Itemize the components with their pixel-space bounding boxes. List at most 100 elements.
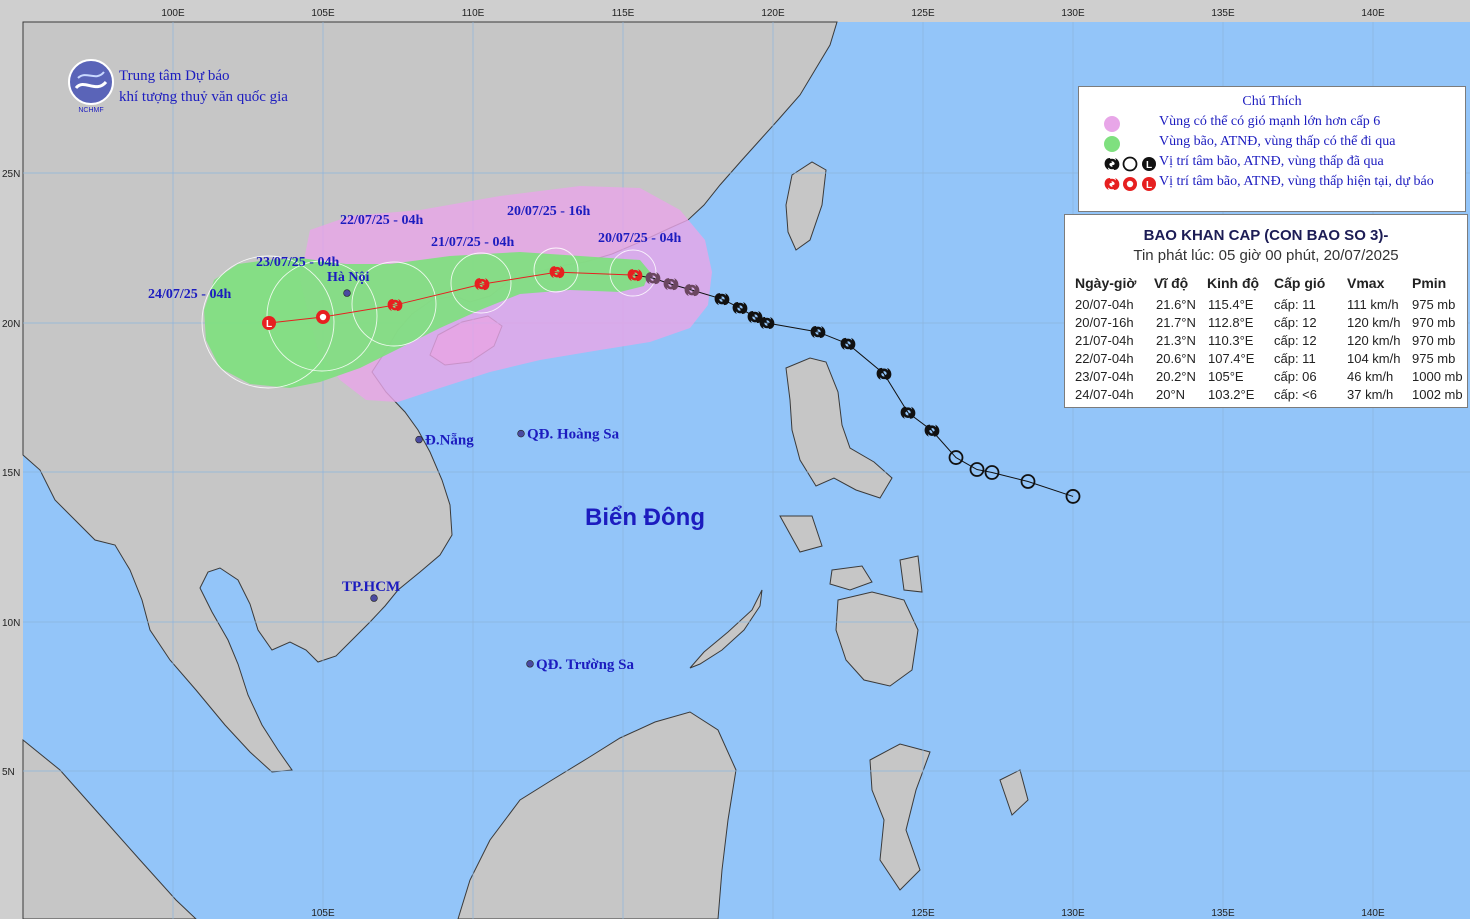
visayas-island-2 — [899, 555, 923, 593]
table-cell: 975 mb — [1412, 297, 1456, 312]
legend-box: Chú Thích Vùng có thể có gió mạnh lớn hơ… — [1078, 86, 1466, 212]
lon-label-top: 130E — [1061, 8, 1085, 19]
table-cell: 20/07-16h — [1075, 315, 1134, 330]
table-cell: 20°N — [1156, 387, 1186, 402]
place-label: TP.HCM — [342, 579, 400, 595]
lon-label-bottom: 135E — [1211, 908, 1235, 919]
table-header: Kinh độ — [1207, 275, 1260, 291]
legend-text: Vùng có thể có gió mạnh lớn hơn cấp 6 — [1159, 114, 1381, 129]
bulletin-issued-time: Tin phát lúc: 05 giờ 00 phút, 20/07/2025 — [1133, 247, 1399, 264]
low-pressure-icon: L — [262, 316, 276, 330]
legend-text: Vị trí tâm bão, ATNĐ, vùng thấp hiện tại… — [1159, 174, 1434, 189]
legend-row-storm-zone: Vùng bão, ATNĐ, vùng thấp có thể đi qua — [1079, 134, 1465, 154]
table-cell: 112.8°E — [1208, 315, 1254, 330]
low-pressure-icon — [1122, 156, 1138, 172]
storm-icon — [1104, 158, 1120, 170]
lat-label: 15N — [2, 468, 20, 479]
lat-label: 20N — [2, 319, 20, 330]
svg-text:L: L — [1146, 160, 1152, 171]
table-header: Pmin — [1412, 275, 1447, 291]
table-cell: 1002 mb — [1412, 387, 1463, 402]
table-cell: 20/07-04h — [1075, 297, 1134, 312]
table-cell: 970 mb — [1412, 315, 1456, 330]
table-cell: 22/07-04h — [1075, 351, 1134, 366]
table-cell: 115.4°E — [1208, 297, 1254, 312]
table-cell: 104 km/h — [1347, 351, 1401, 366]
place-marker-icon — [370, 594, 378, 602]
agency-line-2: khí tượng thuỷ văn quốc gia — [119, 89, 288, 105]
lon-label-bottom: 105E — [311, 908, 335, 919]
table-cell: 21/07-04h — [1075, 333, 1134, 348]
table-cell: 107.4°E — [1208, 351, 1255, 366]
table-cell: 105°E — [1208, 369, 1244, 384]
table-header: Vmax — [1347, 275, 1385, 291]
table-cell: 110.3°E — [1208, 333, 1254, 348]
table-cell: cấp: 12 — [1274, 333, 1317, 348]
bulletin-box: BAO KHAN CAP (CON BAO SO 3)- Tin phát lú… — [1064, 214, 1468, 408]
table-cell: 103.2°E — [1208, 387, 1255, 402]
forecast-label: 21/07/25 - 04h — [431, 235, 514, 250]
lon-label-bottom: 125E — [911, 908, 935, 919]
nchmf-logo: NCHMF — [68, 59, 114, 114]
agency-name: Trung tâm Dự báo khí tượng thuỷ văn quốc… — [119, 66, 288, 108]
forecast-label: 22/07/25 - 04h — [340, 213, 423, 228]
lon-label-top: 110E — [462, 8, 485, 19]
legend-text: Vùng bão, ATNĐ, vùng thấp có thể đi qua — [1159, 134, 1396, 149]
table-header: Ngày-giờ — [1075, 275, 1137, 291]
legend-row-strong-wind: Vùng có thể có gió mạnh lớn hơn cấp 6 — [1079, 114, 1465, 134]
lon-label-top: 120E — [761, 8, 785, 19]
table-cell: 21.7°N — [1156, 315, 1196, 330]
agency-line-1: Trung tâm Dự báo — [119, 68, 230, 84]
forecast-label: 24/07/25 - 04h — [148, 287, 231, 302]
table-cell: 120 km/h — [1347, 333, 1401, 348]
green-zone-icon — [1104, 136, 1120, 152]
depression-icon — [316, 310, 330, 325]
table-cell: 1000 mb — [1412, 369, 1463, 384]
low-pressure-icon: L — [1142, 157, 1156, 171]
lon-label-bottom: 140E — [1361, 908, 1385, 919]
place-marker-icon — [415, 435, 423, 444]
depression-icon — [1123, 177, 1137, 191]
lon-label-bottom: 130E — [1061, 908, 1085, 919]
table-cell: 111 km/h — [1347, 297, 1399, 312]
forecast-label: 20/07/25 - 16h — [507, 204, 590, 219]
lon-label-top: 115E — [612, 8, 635, 19]
low-pressure-icon: L — [1142, 177, 1156, 191]
place-marker-icon — [343, 289, 351, 297]
place-label: QĐ. Hoàng Sa — [527, 427, 620, 443]
table-cell: 37 km/h — [1347, 387, 1394, 402]
place-marker-icon — [517, 429, 525, 438]
lat-label: 25N — [2, 169, 20, 180]
forecast-label: 20/07/25 - 04h — [598, 231, 681, 246]
legend-row-current-position: L Vị trí tâm bão, ATNĐ, vùng thấp hiện t… — [1079, 174, 1465, 194]
legend-text: Vị trí tâm bão, ATNĐ, vùng thấp đã qua — [1159, 154, 1384, 169]
svg-text:L: L — [1146, 180, 1152, 191]
table-cell: 120 km/h — [1347, 315, 1401, 330]
agency-header: NCHMF Trung tâm Dự báo khí tượng thuỷ vă… — [66, 58, 366, 118]
lat-label: 10N — [2, 618, 20, 629]
place-label: QĐ. Trường Sa — [536, 657, 635, 673]
table-cell: 21.3°N — [1156, 333, 1196, 348]
table-cell: 970 mb — [1412, 333, 1456, 348]
forecast-label: 23/07/25 - 04h — [256, 255, 339, 270]
table-cell: 20.6°N — [1156, 351, 1196, 366]
table-cell: 24/07-04h — [1075, 387, 1134, 402]
lon-label-top: 135E — [1211, 8, 1235, 19]
lon-label-top: 105E — [311, 8, 335, 19]
table-cell: cấp: <6 — [1274, 387, 1318, 402]
table-cell: 46 km/h — [1347, 369, 1394, 384]
lon-label-top: 140E — [1361, 8, 1385, 19]
place-label: Hà Nội — [327, 270, 370, 285]
table-cell: cấp: 11 — [1274, 351, 1316, 366]
table-header: Cấp gió — [1274, 275, 1326, 291]
table-header: Vĩ độ — [1154, 275, 1189, 291]
sea-label: Biển Đông — [585, 504, 705, 531]
svg-text:NCHMF: NCHMF — [78, 107, 103, 114]
table-cell: 21.6°N — [1156, 297, 1196, 312]
lon-label-top: 125E — [911, 8, 935, 19]
table-cell: 23/07-04h — [1075, 369, 1134, 384]
lon-label-top: 100E — [161, 8, 185, 19]
pink-zone-icon — [1104, 116, 1120, 132]
table-cell: cấp: 11 — [1274, 297, 1316, 312]
lat-label: 5N — [2, 767, 15, 778]
